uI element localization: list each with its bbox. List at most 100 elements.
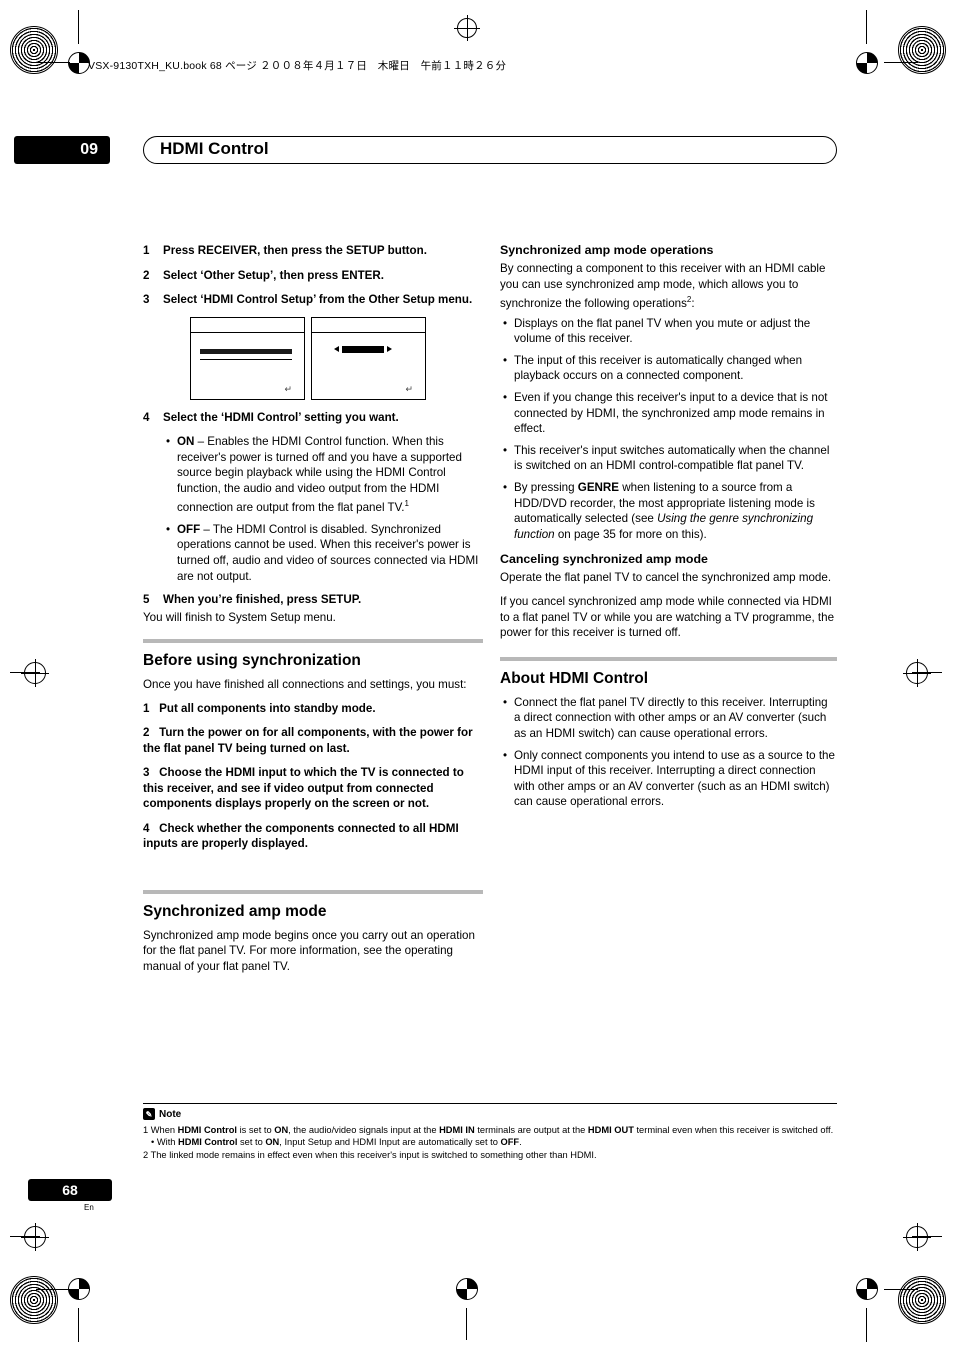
option-on-label: ON [177,435,195,448]
sync-op-bullet-3: Even if you change this receiver's input… [500,390,837,437]
right-column: Synchronized amp mode operations By conn… [500,243,837,818]
sync-op-bullet-2: The input of this receiver is automatica… [500,353,837,384]
step-4-text: Select the ‘HDMI Control’ setting you wa… [163,410,399,424]
crop-line-top-right-h [884,62,918,63]
osd-top-rule [312,331,425,333]
before-step-2-text: Turn the power on for all components, wi… [143,726,473,755]
osd-screen-other-setup: ↵ [190,316,305,400]
step-4-number: 4 [143,410,150,424]
arrow-left-icon [334,345,339,352]
osd-screen-hdmi-control-setup: ↵ [311,316,426,400]
crop-line-bottom-left-h [36,1289,70,1290]
footnote-ref-1: 1 [404,499,409,509]
crosshair-mark-bottom-right [856,1278,878,1300]
note-body: 1 When HDMI Control is set to ON, the au… [143,1124,843,1161]
step-2: 2 Select ‘Other Setup’, then press ENTER. [143,268,483,284]
sync-op-bullet-1: Displays on the flat panel TV when you m… [500,316,837,347]
registration-mark-top-center [454,15,480,41]
sync-op-bullet-genre: By pressing GENRE when listening to a so… [500,480,837,542]
crop-line-left-lower [10,1236,40,1237]
before-step-1-number: 1 [143,701,150,715]
step-5-follow-text: You will finish to System Setup menu. [143,610,336,624]
return-icon: ↵ [284,383,292,394]
sync-ops-intro-part2: : [691,297,695,311]
crop-line-bottom-right-h [884,1289,918,1290]
crop-line-left-upper [10,672,40,673]
step-5-number: 5 [143,593,150,607]
crosshair-mark-top-right [856,52,878,74]
sync-ops-intro: By connecting a component to this receiv… [500,261,837,312]
before-step-4-text: Check whether the components connected t… [143,821,459,851]
before-step-3: 3 Choose the HDMI input to which the TV … [143,765,483,812]
before-step-3-text: Choose the HDMI input to which the TV is… [143,766,464,811]
registration-mark-right-lower [903,1223,931,1251]
step-1: 1 Press RECEIVER, then press the SETUP bu… [143,243,483,259]
step-2-text: Select ‘Other Setup’, then press ENTER. [163,268,384,282]
note-text: , the audio/video signals input at the [288,1125,440,1135]
sync-amp-body: Synchronized amp mode begins once you ca… [143,928,475,974]
before-step-1-text: Put all components into standby mode. [159,701,376,715]
before-step-1: 1 Put all components into standby mode. [143,701,483,717]
step-3-number: 3 [143,293,150,306]
note-icon: ✎ [143,1108,155,1120]
registration-mark-right-upper [903,659,931,687]
before-sync-intro: Once you have finished all connections a… [143,678,467,692]
osd-top-rule [191,331,304,333]
note-divider [143,1103,837,1104]
registration-mark-bottom-right [898,1276,946,1324]
genre-bullet-pre: By pressing [514,480,578,494]
osd-screenshots: ↵ ↵ [190,316,483,400]
option-off-label: OFF [177,522,201,536]
crop-line-top-left-v [78,10,79,44]
osd-line [200,358,292,360]
sync-ops-intro-part1: By connecting a component to this receiv… [500,262,826,311]
book-source-line: VSX-9130TXH_KU.book 68 ページ ２００８年４月１７日 木曜… [88,60,507,72]
osd-highlight-bar [200,348,292,354]
note-label: Note [159,1108,182,1120]
step-3-text: Select ‘HDMI Control Setup’ from the Oth… [163,293,473,306]
section-title-before-using-synchronization: Before using synchronization [143,652,361,670]
registration-mark-left-upper [21,659,49,687]
registration-mark-bottom-left [10,1276,58,1324]
note-text: . [519,1137,522,1148]
crop-line-bottom-right-v [866,1308,867,1342]
note-text: terminal even when this receiver is swit… [633,1125,834,1135]
step-4-options: ON – Enables the HDMI Control function. … [163,434,483,584]
subsection-title-sync-amp-operations: Synchronized amp mode operations [500,243,714,257]
crop-line-bottom-center-v [466,1308,467,1340]
about-bullet-1: Connect the flat panel TV directly to th… [500,695,837,742]
genre-bullet-post: on page 35 for more on this). [554,527,707,541]
note-text: is set to [237,1125,275,1135]
option-off: OFF – The HDMI Control is disabled. Sync… [163,522,483,584]
crop-line-top-right-v [866,10,867,44]
note-text: The linked mode remains in effect even w… [148,1149,597,1160]
crosshair-mark-top-left [68,52,90,74]
note-text-bold: HDMI Control [177,1125,238,1135]
before-step-3-number: 3 [143,766,150,780]
note-text: When [148,1125,178,1135]
canceling-para-1: Operate the flat panel TV to cancel the … [500,571,832,585]
option-on: ON – Enables the HDMI Control function. … [163,434,483,516]
page-language-label: En [84,1203,94,1212]
arrow-right-icon [387,345,392,352]
left-column: 1 Press RECEIVER, then press the SETUP bu… [143,243,483,983]
page-title: HDMI Control [160,139,269,158]
note-text: , Input Setup and HDMI Input are automat… [279,1137,501,1148]
note-item-1: 1 When HDMI Control is set to ON, the au… [143,1124,843,1136]
canceling-para-2: If you cancel synchronized amp mode whil… [500,594,835,640]
about-hdmi-bullets: Connect the flat panel TV directly to th… [500,695,837,810]
step-2-number: 2 [143,268,150,282]
osd-selection-block [342,345,384,353]
before-step-2: 2 Turn the power on for all components, … [143,725,483,756]
section-title-synchronized-amp-mode: Synchronized amp mode [143,902,327,920]
note-text-bold: OFF [500,1137,520,1148]
note-item-3: 2 The linked mode remains in effect even… [143,1149,843,1161]
page-number-badge: 68 [28,1179,112,1201]
note-text-bold: HDMI Control [178,1137,238,1148]
crop-line-right-lower [912,1236,942,1237]
registration-mark-top-left [10,26,58,74]
note-text-bold: HDMI OUT [587,1125,634,1135]
step-5: 5 When you’re finished, press SETUP. [143,592,483,608]
option-on-text: – Enables the HDMI Control function. Whe… [177,435,462,515]
crop-line-right-upper [912,672,942,673]
